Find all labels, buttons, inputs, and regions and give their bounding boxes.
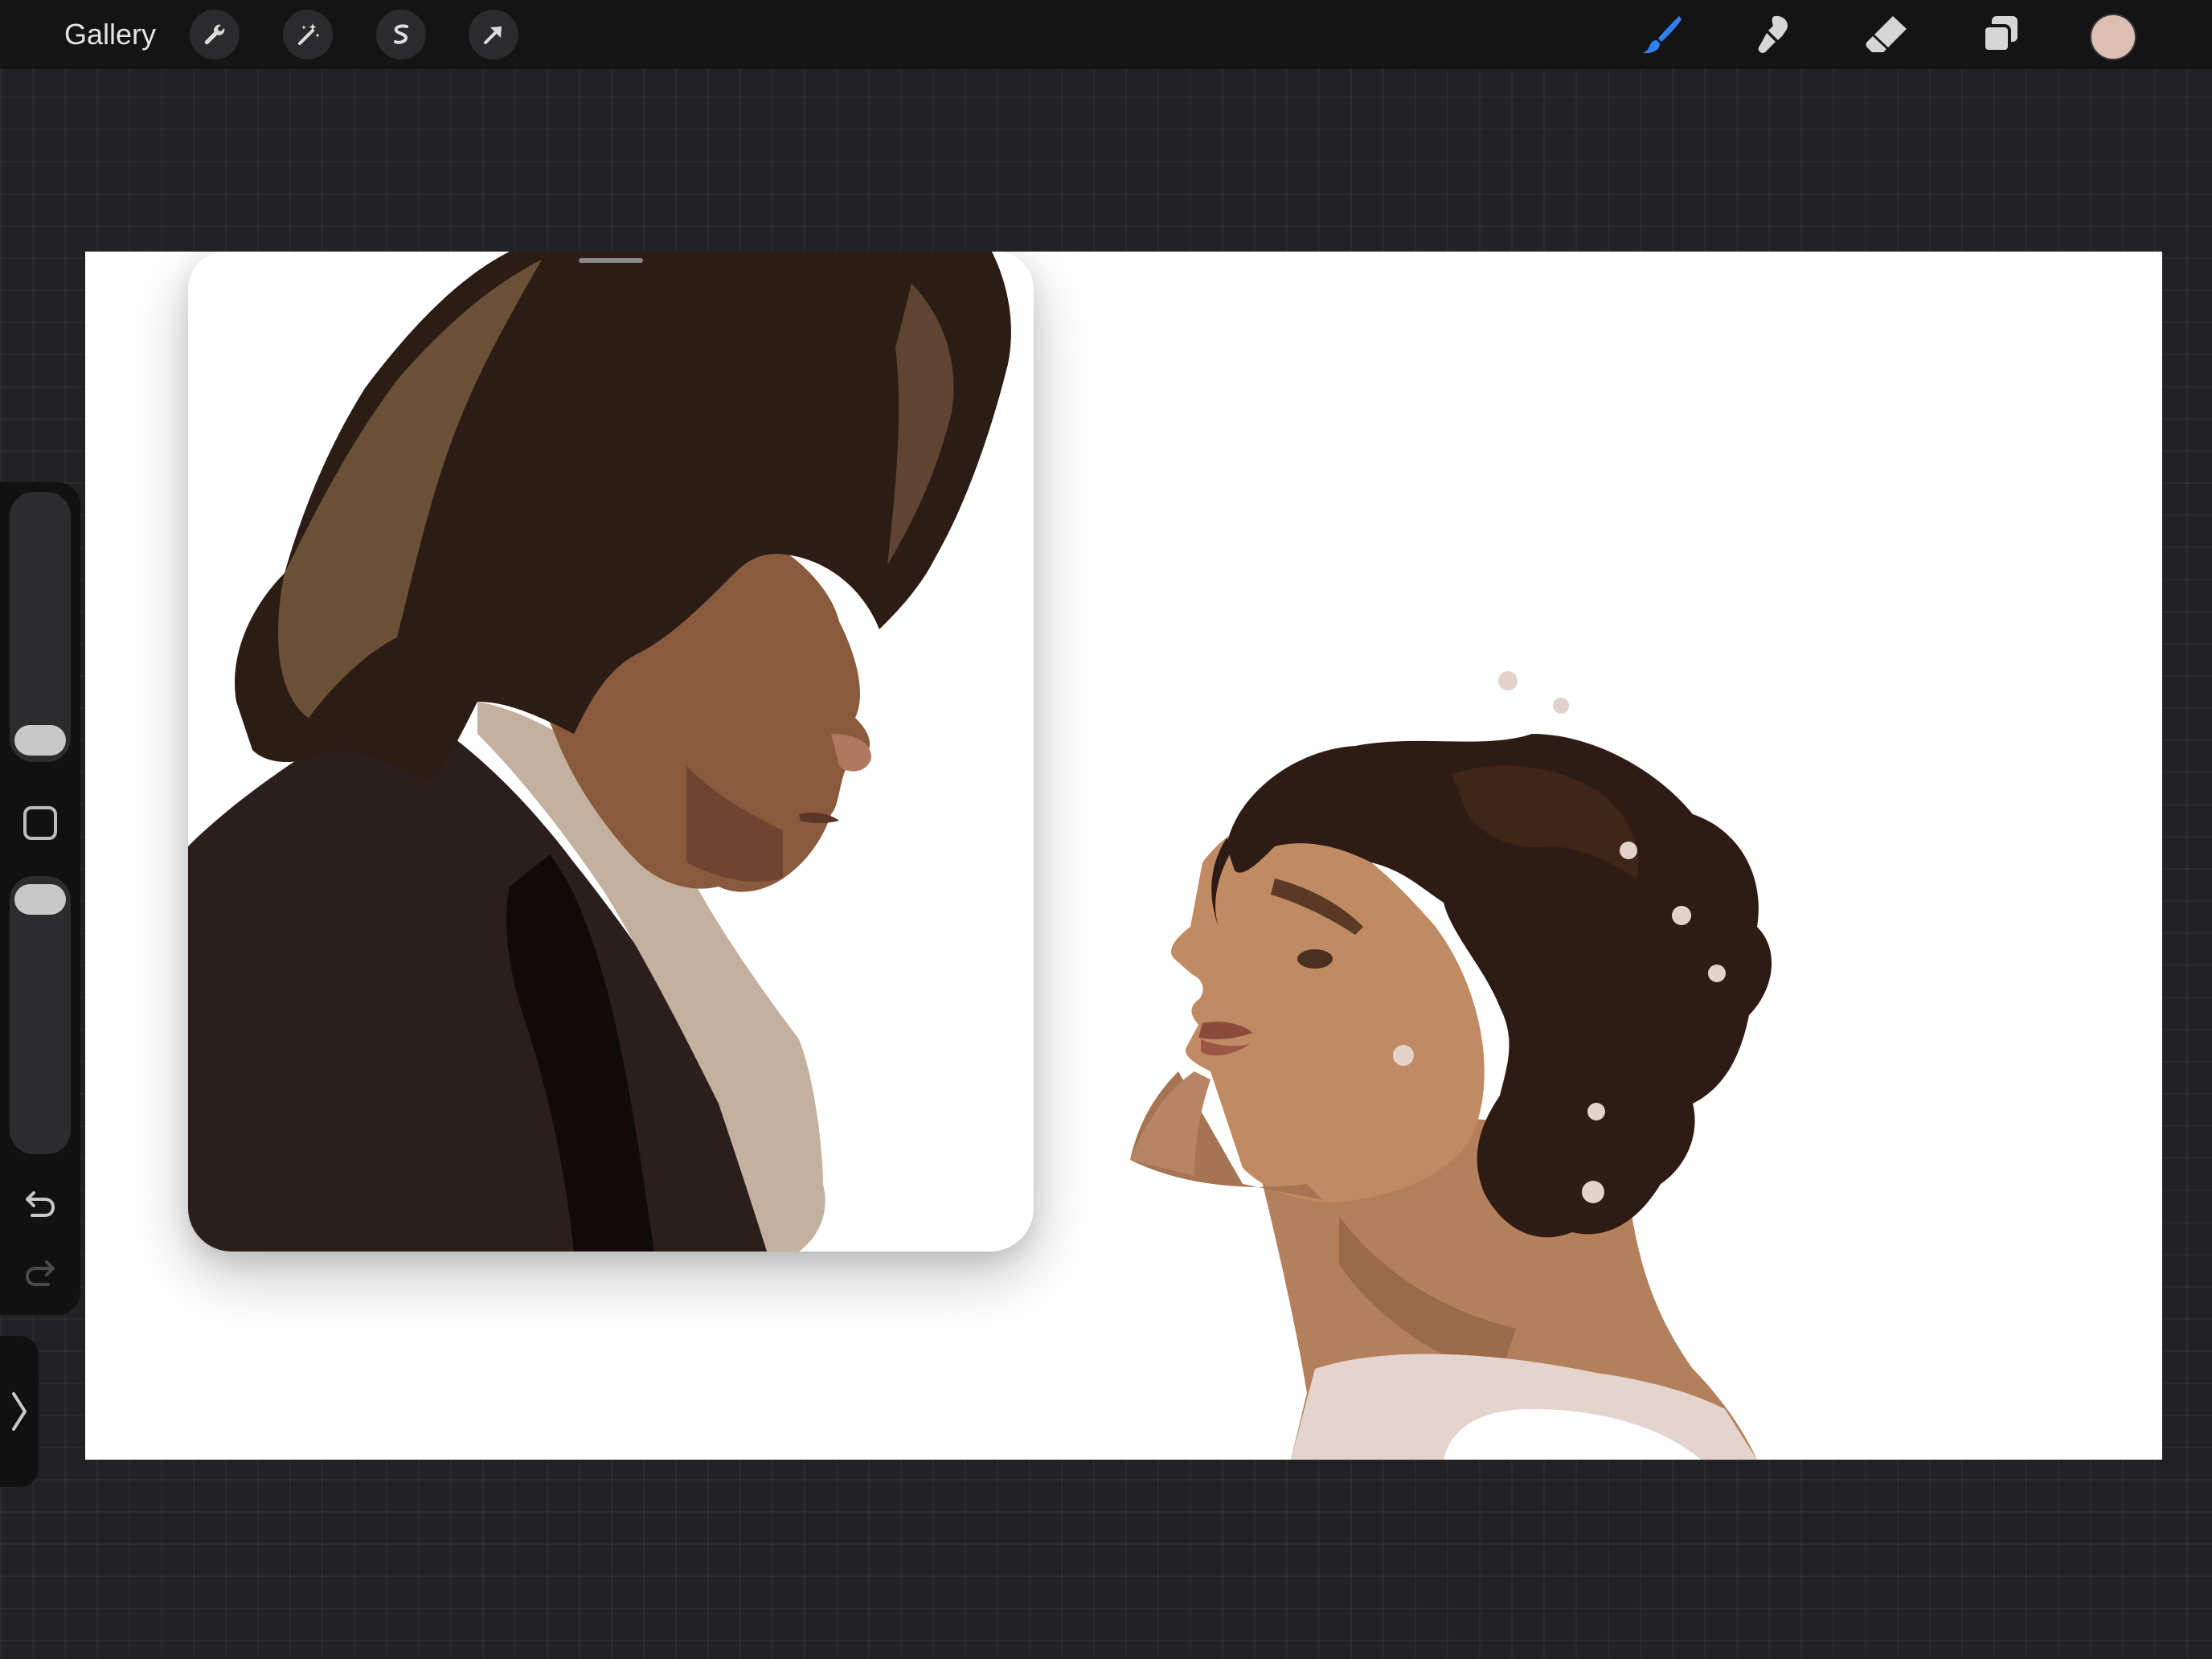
redo-icon	[25, 1260, 55, 1286]
brush-size-slider[interactable]	[10, 492, 71, 762]
layers-icon	[1982, 16, 2017, 53]
brush-size-thumb[interactable]	[14, 725, 66, 756]
layers-button[interactable]	[1974, 8, 2027, 61]
eraser-icon	[1866, 16, 1907, 52]
sidebar-expand-tab[interactable]	[0, 1336, 39, 1487]
brush-button[interactable]	[1636, 8, 1689, 61]
brush-icon	[1643, 16, 1682, 54]
undo-button[interactable]	[19, 1183, 61, 1225]
opacity-slider[interactable]	[10, 876, 71, 1154]
undo-icon	[26, 1191, 55, 1217]
actions-button[interactable]	[190, 10, 240, 59]
procreate-app: Gallery	[0, 0, 2212, 1659]
reference-image	[188, 252, 1011, 1251]
magic-wand-icon	[298, 23, 319, 45]
transform-button[interactable]	[469, 10, 518, 59]
transform-arrow-icon	[484, 27, 502, 44]
smudge-icon	[1758, 15, 1788, 53]
reference-window[interactable]	[188, 252, 1034, 1251]
smudge-button[interactable]	[1747, 8, 1800, 61]
opacity-thumb[interactable]	[14, 884, 66, 915]
selection-button[interactable]	[376, 10, 426, 59]
gallery-button[interactable]: Gallery	[64, 16, 156, 53]
wrench-icon	[204, 24, 225, 45]
woman-eye	[1297, 949, 1333, 969]
adjustments-button[interactable]	[283, 10, 333, 59]
reference-drag-handle[interactable]	[579, 258, 643, 263]
top-toolbar: Gallery	[0, 0, 2212, 69]
redo-button[interactable]	[19, 1252, 61, 1294]
selection-icon	[394, 24, 408, 44]
eraser-button[interactable]	[1861, 8, 1914, 61]
left-sidebar	[0, 482, 80, 1315]
man-mouth	[799, 812, 839, 823]
modify-square-icon[interactable]	[23, 806, 57, 840]
chevron-right-icon	[12, 1392, 27, 1431]
drawing-canvas[interactable]	[85, 252, 2162, 1460]
color-picker-swatch[interactable]	[2090, 14, 2136, 60]
